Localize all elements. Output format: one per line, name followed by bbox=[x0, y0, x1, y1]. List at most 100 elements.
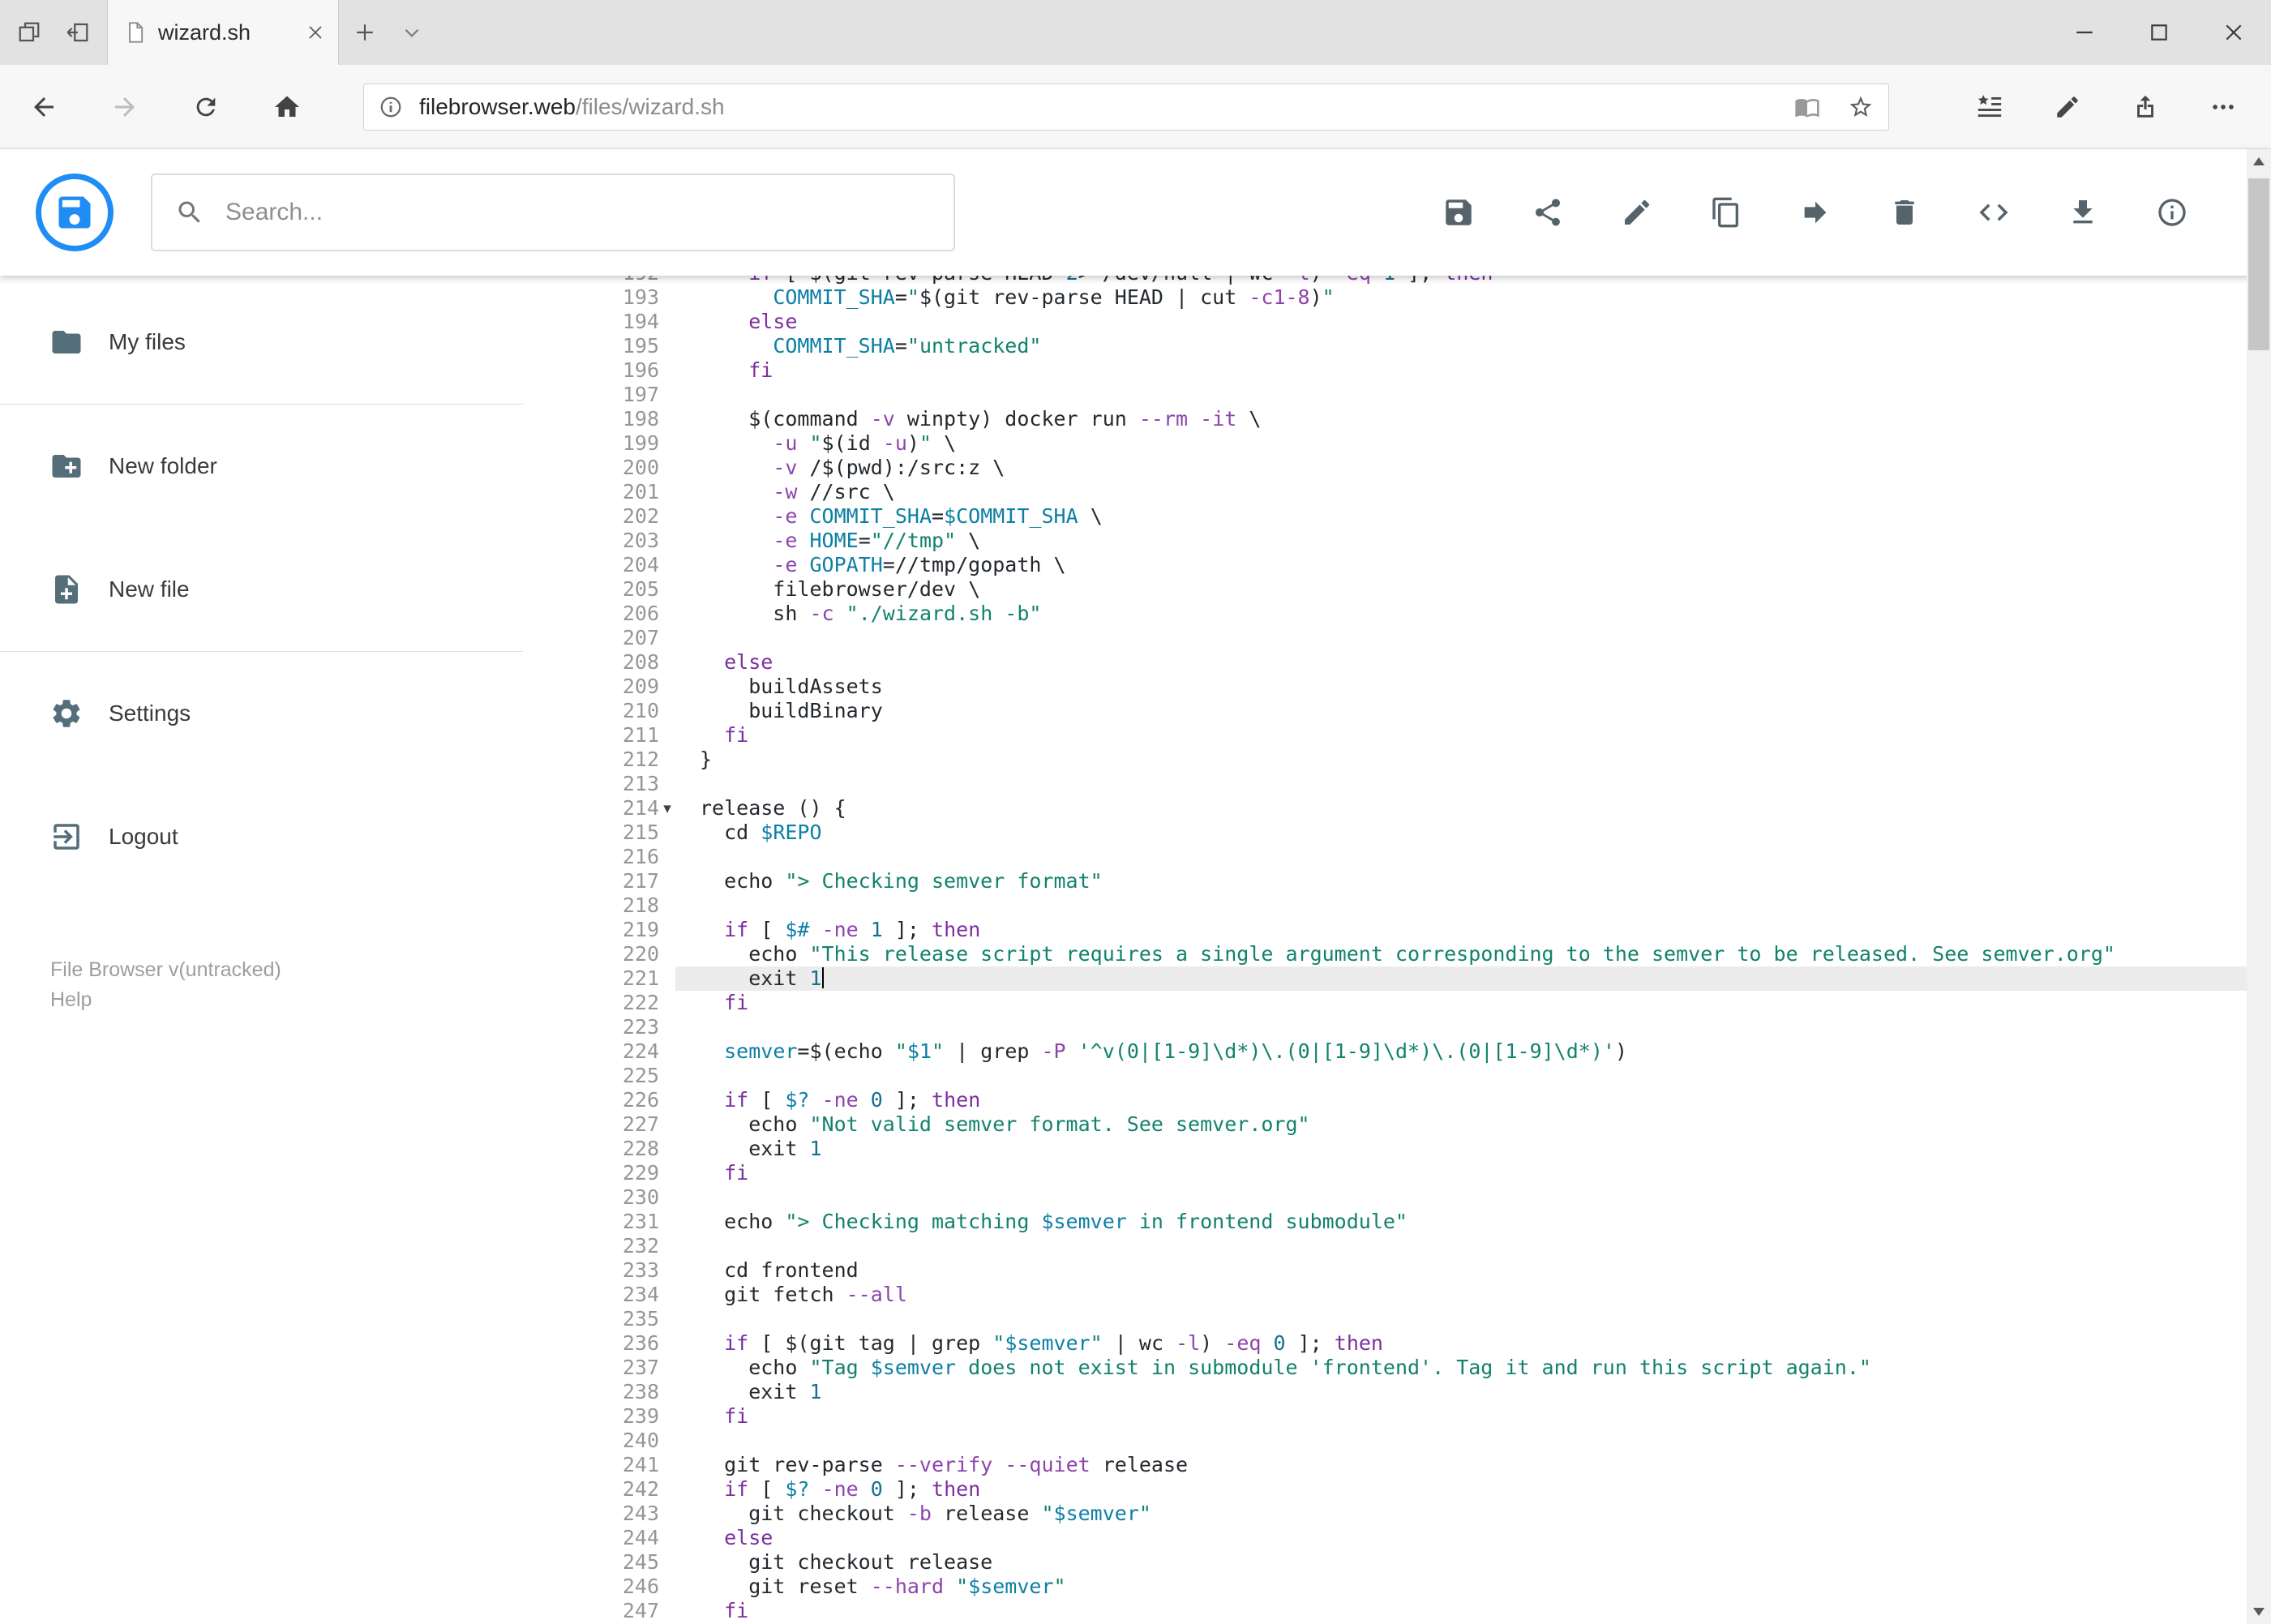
favorite-star-icon[interactable] bbox=[1848, 94, 1874, 120]
web-notes-pen-icon[interactable] bbox=[2045, 84, 2090, 130]
code-text[interactable]: git checkout release bbox=[675, 1550, 2247, 1575]
code-text[interactable]: fi bbox=[675, 723, 2247, 748]
code-row[interactable]: 238 exit 1 bbox=[586, 1380, 2247, 1404]
code-row[interactable]: 236 if [ $(git tag | grep "$semver" | wc… bbox=[586, 1331, 2247, 1356]
code-text[interactable]: cd $REPO bbox=[675, 821, 2247, 845]
forward-icon[interactable] bbox=[96, 78, 154, 136]
code-row[interactable]: 211 fi bbox=[586, 723, 2247, 748]
code-row[interactable]: 197 bbox=[586, 383, 2247, 407]
code-row[interactable]: 221 exit 1 bbox=[586, 966, 2247, 991]
code-row[interactable]: 196 fi bbox=[586, 358, 2247, 383]
code-text[interactable] bbox=[675, 626, 2247, 650]
code-text[interactable]: if [ $? -ne 0 ]; then bbox=[675, 1088, 2247, 1112]
back-icon[interactable] bbox=[15, 78, 73, 136]
code-row[interactable]: 206 sh -c "./wizard.sh -b" bbox=[586, 602, 2247, 626]
code-row[interactable]: 223 bbox=[586, 1015, 2247, 1039]
code-text[interactable]: COMMIT_SHA="untracked" bbox=[675, 334, 2247, 358]
move-icon[interactable] bbox=[1798, 195, 1833, 230]
code-row[interactable]: 222 fi bbox=[586, 991, 2247, 1015]
code-text[interactable]: cd frontend bbox=[675, 1258, 2247, 1283]
close-tab-icon[interactable] bbox=[306, 23, 325, 42]
sidebar-item-my-files[interactable]: My files bbox=[0, 281, 586, 404]
code-row[interactable]: 245 git checkout release bbox=[586, 1550, 2247, 1575]
code-row[interactable]: 241 git rev-parse --verify --quiet relea… bbox=[586, 1453, 2247, 1477]
code-row[interactable]: 233 cd frontend bbox=[586, 1258, 2247, 1283]
code-row[interactable]: 209 buildAssets bbox=[586, 675, 2247, 699]
code-text[interactable]: fi bbox=[675, 358, 2247, 383]
code-text[interactable]: else bbox=[675, 650, 2247, 675]
sidebar-item-new-folder[interactable]: New folder bbox=[0, 405, 586, 528]
search-input[interactable] bbox=[225, 199, 931, 226]
refresh-icon[interactable] bbox=[177, 78, 235, 136]
sidebar-item-settings[interactable]: Settings bbox=[0, 652, 586, 775]
new-tab-icon[interactable] bbox=[344, 11, 386, 54]
code-row[interactable]: 234 git fetch --all bbox=[586, 1283, 2247, 1307]
share-icon[interactable] bbox=[1530, 195, 1566, 230]
code-text[interactable]: exit 1 bbox=[675, 1137, 2247, 1161]
set-tabs-aside-icon[interactable] bbox=[57, 11, 99, 54]
code-text[interactable]: -v /$(pwd):/src:z \ bbox=[675, 456, 2247, 480]
code-text[interactable]: git reset --hard "$semver" bbox=[675, 1575, 2247, 1599]
code-text[interactable] bbox=[675, 845, 2247, 869]
code-row[interactable]: 242 if [ $? -ne 0 ]; then bbox=[586, 1477, 2247, 1502]
code-row[interactable]: 202 -e COMMIT_SHA=$COMMIT_SHA \ bbox=[586, 504, 2247, 529]
code-text[interactable] bbox=[675, 383, 2247, 407]
code-text[interactable] bbox=[675, 893, 2247, 918]
address-bar[interactable]: filebrowser.web/files/wizard.sh bbox=[363, 83, 1889, 131]
code-row[interactable]: 237 echo "Tag $semver does not exist in … bbox=[586, 1356, 2247, 1380]
code-row[interactable]: 239 fi bbox=[586, 1404, 2247, 1429]
code-row[interactable]: 244 else bbox=[586, 1526, 2247, 1550]
share-icon[interactable] bbox=[2123, 84, 2168, 130]
help-link[interactable]: Help bbox=[50, 985, 586, 1015]
code-row[interactable]: 216 bbox=[586, 845, 2247, 869]
code-text[interactable]: else bbox=[675, 1526, 2247, 1550]
code-row[interactable]: 210 buildBinary bbox=[586, 699, 2247, 723]
fold-marker-icon[interactable]: ▾ bbox=[659, 796, 675, 821]
code-row[interactable]: 208 else bbox=[586, 650, 2247, 675]
save-icon[interactable] bbox=[1441, 195, 1476, 230]
code-row[interactable]: 218 bbox=[586, 893, 2247, 918]
code-text[interactable] bbox=[675, 1429, 2247, 1453]
code-text[interactable] bbox=[675, 1185, 2247, 1210]
code-text[interactable]: git fetch --all bbox=[675, 1283, 2247, 1307]
tab-preview-chevron-icon[interactable] bbox=[391, 11, 433, 54]
delete-icon[interactable] bbox=[1887, 195, 1922, 230]
sidebar-item-logout[interactable]: Logout bbox=[0, 775, 586, 898]
code-row[interactable]: 220 echo "This release script requires a… bbox=[586, 942, 2247, 966]
code-row[interactable]: 195 COMMIT_SHA="untracked" bbox=[586, 334, 2247, 358]
code-text[interactable]: if [ $? -ne 0 ]; then bbox=[675, 1477, 2247, 1502]
code-row[interactable]: 214 ▾ release () { bbox=[586, 796, 2247, 821]
code-row[interactable]: 225 bbox=[586, 1064, 2247, 1088]
code-row[interactable]: 212} bbox=[586, 748, 2247, 772]
code-text[interactable] bbox=[675, 1015, 2247, 1039]
code-text[interactable]: echo "This release script requires a sin… bbox=[675, 942, 2247, 966]
code-row[interactable]: 246 git reset --hard "$semver" bbox=[586, 1575, 2247, 1599]
home-icon[interactable] bbox=[258, 78, 316, 136]
code-text[interactable]: fi bbox=[675, 1404, 2247, 1429]
hub-icon[interactable] bbox=[1967, 84, 2012, 130]
code-text[interactable]: echo "Not valid semver format. See semve… bbox=[675, 1112, 2247, 1137]
code-row[interactable]: 200 -v /$(pwd):/src:z \ bbox=[586, 456, 2247, 480]
code-text[interactable]: -e COMMIT_SHA=$COMMIT_SHA \ bbox=[675, 504, 2247, 529]
code-text[interactable]: exit 1 bbox=[675, 966, 2247, 991]
code-text[interactable]: } bbox=[675, 748, 2247, 772]
close-window-icon[interactable] bbox=[2196, 0, 2271, 65]
code-text[interactable]: git rev-parse --verify --quiet release bbox=[675, 1453, 2247, 1477]
code-row[interactable]: 243 git checkout -b release "$semver" bbox=[586, 1502, 2247, 1526]
sidebar-item-new-file[interactable]: New file bbox=[0, 528, 586, 651]
code-icon[interactable] bbox=[1976, 195, 2012, 230]
maximize-icon[interactable] bbox=[2122, 0, 2196, 65]
code-text[interactable]: echo "> Checking semver format" bbox=[675, 869, 2247, 893]
code-text[interactable]: -e GOPATH=//tmp/gopath \ bbox=[675, 553, 2247, 577]
code-row[interactable]: 217 echo "> Checking semver format" bbox=[586, 869, 2247, 893]
code-row[interactable]: 198 $(command -v winpty) docker run --rm… bbox=[586, 407, 2247, 431]
code-row[interactable]: 192 if [ $(git rev-parse HEAD 2> /dev/nu… bbox=[586, 276, 2247, 285]
code-row[interactable]: 203 -e HOME="//tmp" \ bbox=[586, 529, 2247, 553]
code-row[interactable]: 240 bbox=[586, 1429, 2247, 1453]
code-text[interactable]: fi bbox=[675, 1161, 2247, 1185]
code-row[interactable]: 213 bbox=[586, 772, 2247, 796]
copy-icon[interactable] bbox=[1708, 195, 1744, 230]
code-row[interactable]: 224 semver=$(echo "$1" | grep -P '^v(0|[… bbox=[586, 1039, 2247, 1064]
code-row[interactable]: 231 echo "> Checking matching $semver in… bbox=[586, 1210, 2247, 1234]
code-text[interactable] bbox=[675, 1234, 2247, 1258]
